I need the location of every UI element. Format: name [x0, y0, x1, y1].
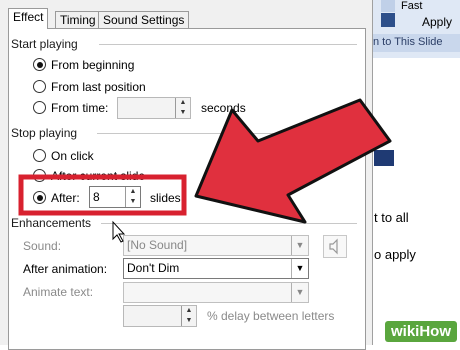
- watermark-logo: wikiHow: [384, 321, 457, 342]
- tab-effect[interactable]: Effect: [8, 8, 49, 29]
- mouse-cursor-icon: [112, 220, 126, 243]
- annotation-overlay: [18, 98, 392, 243]
- highlight-box: [18, 174, 187, 216]
- red-arrow: [194, 98, 392, 224]
